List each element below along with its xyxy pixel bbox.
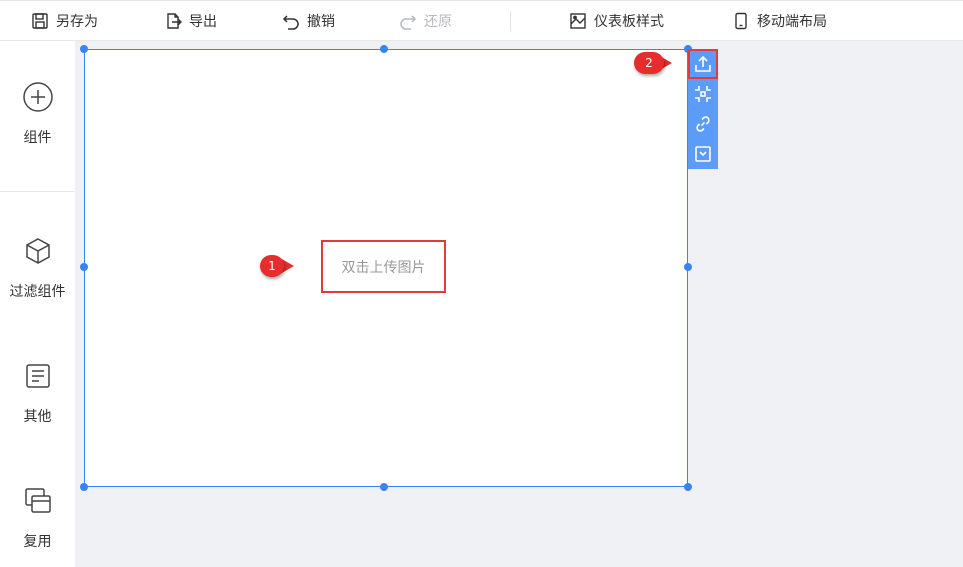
sidebar-item-label: 其他: [23, 409, 52, 425]
export-label: 导出: [189, 14, 217, 30]
fullscreen-button[interactable]: [688, 79, 718, 109]
link-icon: [696, 116, 710, 132]
resize-handle-bottom[interactable]: [380, 483, 388, 491]
sidebar-item-label: 复用: [23, 534, 52, 550]
export-button[interactable]: 导出: [164, 1, 217, 41]
sidebar-item-filter-components[interactable]: 过滤组件: [0, 235, 75, 301]
redo-icon: [400, 15, 417, 30]
step-marker-1: 1: [260, 255, 294, 277]
top-toolbar: 另存为 导出 撤销 还原 仪表板样式 移动端布局: [0, 0, 963, 41]
undo-icon: [282, 15, 299, 30]
dashboard-style-button[interactable]: 仪表板样式: [569, 1, 664, 41]
upload-hint-text: 双击上传图片: [341, 259, 426, 276]
dashboard-style-label: 仪表板样式: [594, 14, 664, 30]
resize-handle-bottom-left[interactable]: [80, 483, 88, 491]
step-marker-2: 2: [634, 52, 672, 74]
redo-button[interactable]: 还原: [399, 1, 452, 41]
cube-icon: [25, 238, 50, 264]
undo-label: 撤销: [307, 14, 335, 30]
mobile-icon: [735, 12, 747, 30]
link-button[interactable]: [688, 109, 718, 139]
resize-handle-left[interactable]: [80, 263, 88, 271]
mobile-layout-button[interactable]: 移动端布局: [732, 1, 827, 41]
redo-label: 还原: [424, 14, 452, 30]
marker-badge: 2: [634, 52, 664, 74]
resize-handle-top-left[interactable]: [80, 45, 88, 53]
upload-icon: [695, 55, 711, 72]
plus-circle-icon: [22, 82, 53, 112]
toolbar-divider: [510, 11, 511, 31]
sidebar-divider: [0, 191, 75, 192]
resize-handle-right[interactable]: [684, 263, 692, 271]
dropdown-icon: [695, 146, 711, 162]
fullscreen-icon: [695, 86, 711, 102]
resize-handle-bottom-right[interactable]: [684, 483, 692, 491]
upload-image-button[interactable]: [688, 49, 718, 79]
undo-button[interactable]: 撤销: [282, 1, 335, 41]
sidebar-item-other[interactable]: 其他: [0, 360, 75, 426]
save-as-button[interactable]: 另存为: [31, 1, 98, 41]
mobile-layout-label: 移动端布局: [757, 14, 827, 30]
sidebar-item-label: 组件: [23, 130, 52, 146]
save-icon: [32, 13, 48, 29]
palette-icon: [570, 13, 586, 29]
layers-icon: [24, 488, 51, 513]
marker-badge: 1: [260, 255, 284, 277]
document-icon: [25, 364, 50, 388]
sidebar-item-reuse[interactable]: 复用: [0, 485, 75, 551]
component-sidebar: 组件 过滤组件 其他 复用: [0, 41, 75, 567]
export-icon: [167, 13, 182, 29]
upload-image-hint[interactable]: 双击上传图片: [321, 240, 446, 293]
resize-handle-top[interactable]: [380, 45, 388, 53]
sidebar-item-components[interactable]: 组件: [0, 81, 75, 147]
save-as-label: 另存为: [56, 14, 98, 30]
more-options-button[interactable]: [688, 139, 718, 169]
widget-toolbar: [688, 49, 718, 169]
sidebar-item-label: 过滤组件: [9, 284, 66, 300]
